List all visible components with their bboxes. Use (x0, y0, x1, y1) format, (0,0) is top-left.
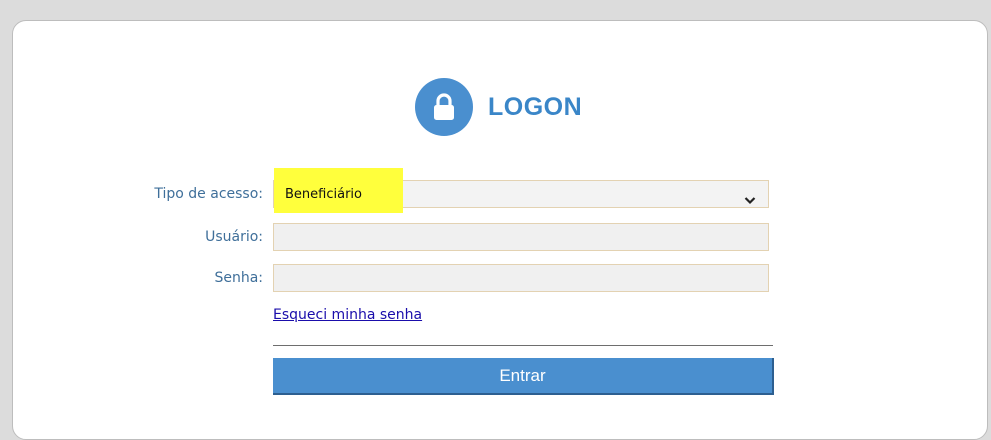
page-title: LOGON (488, 92, 583, 121)
access-type-row: Tipo de acesso: Beneficiário (13, 168, 989, 213)
lock-icon (415, 78, 473, 136)
password-label: Senha: (214, 270, 263, 286)
access-type-select[interactable]: Beneficiário (273, 168, 769, 213)
forgot-password-link[interactable]: Esqueci minha senha (273, 307, 422, 323)
username-input[interactable] (273, 223, 769, 251)
divider (273, 345, 773, 346)
password-input[interactable] (273, 264, 769, 292)
password-row: Senha: (13, 264, 989, 292)
login-button-label: Entrar (499, 365, 546, 385)
access-type-selected-value: Beneficiário (285, 187, 362, 202)
logon-header: LOGON (415, 78, 582, 136)
logon-card: LOGON Tipo de acesso: Beneficiário Usuár… (12, 20, 988, 440)
username-label: Usuário: (205, 229, 263, 245)
chevron-down-icon (744, 190, 756, 209)
login-button[interactable]: Entrar (273, 358, 774, 395)
access-type-label: Tipo de acesso: (154, 186, 263, 202)
username-row: Usuário: (13, 223, 989, 251)
